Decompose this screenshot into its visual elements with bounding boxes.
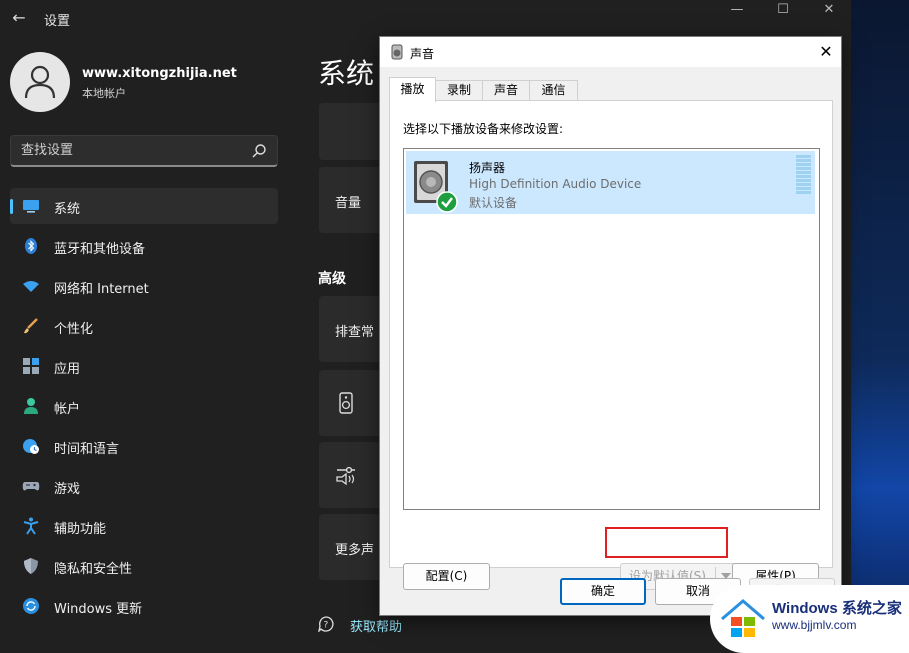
- gamepad-icon: [22, 482, 40, 491]
- desktop-wallpaper: [851, 0, 909, 653]
- bluetooth-icon: [25, 238, 37, 254]
- sidebar-item-label: Windows 更新: [54, 602, 143, 617]
- app-title: 设置: [44, 14, 71, 29]
- device-name: 扬声器: [469, 161, 506, 175]
- sidebar-item-accessibility[interactable]: 辅助功能: [10, 508, 278, 544]
- sidebar-item-label: 时间和语言: [54, 442, 120, 457]
- brush-icon: [24, 318, 38, 334]
- windows-logo-icon: [721, 599, 765, 637]
- volume-label: 音量: [335, 196, 362, 211]
- dialog-title: 声音: [410, 47, 435, 61]
- watermark-url: www.bjjmlv.com: [772, 618, 857, 632]
- dialog-titlebar: 声音 ✕: [380, 37, 841, 67]
- sidebar-item-label: 系统: [54, 202, 81, 217]
- wifi-icon: [23, 281, 39, 292]
- maximize-button[interactable]: ☐: [760, 2, 806, 22]
- sound-dialog: 声音 ✕ 播放 录制 声音 通信 选择以下播放设备来修改设置: 扬声器 High…: [379, 36, 842, 616]
- page-title: 系统: [318, 57, 375, 90]
- list-item[interactable]: 扬声器 High Definition Audio Device 默认设备: [406, 151, 815, 214]
- update-icon: [23, 598, 39, 614]
- speaker-icon: [414, 161, 458, 213]
- sidebar-nav: 系统 蓝牙和其他设备 网络和 Internet 个性化 应用 帐户 时间和语言: [10, 188, 278, 628]
- person-icon: [24, 65, 56, 99]
- get-help-link[interactable]: 获取帮助: [350, 616, 402, 635]
- tab-playback[interactable]: 播放: [389, 77, 436, 102]
- sidebar-item-accounts[interactable]: 帐户: [10, 388, 278, 424]
- sidebar-item-label: 应用: [54, 362, 81, 377]
- settings-card-volume[interactable]: 音量: [319, 167, 381, 233]
- settings-card-top[interactable]: [319, 103, 381, 160]
- sidebar-item-label: 隐私和安全性: [54, 562, 133, 577]
- sidebar-item-label: 游戏: [54, 482, 81, 497]
- monitor-icon: [23, 200, 39, 213]
- search-icon[interactable]: [251, 143, 267, 159]
- svg-text:?: ?: [324, 621, 329, 631]
- back-button[interactable]: ←: [8, 7, 30, 29]
- speaker-device-icon: [339, 392, 353, 414]
- settings-card-troubleshoot[interactable]: 排查常: [319, 296, 381, 362]
- sidebar-item-time-language[interactable]: 时间和语言: [10, 428, 278, 464]
- tab-recording[interactable]: 录制: [435, 80, 483, 101]
- settings-card-more[interactable]: 更多声: [319, 514, 381, 580]
- watermark: Windows 系统之家 www.bjjmlv.com: [710, 585, 909, 653]
- tab-communications[interactable]: 通信: [529, 80, 578, 101]
- accessibility-icon: [23, 517, 39, 535]
- sidebar-item-system[interactable]: 系统: [10, 188, 278, 224]
- playback-panel: 选择以下播放设备来修改设置: 扬声器 High Definition Audio…: [389, 100, 833, 590]
- sidebar-item-network[interactable]: 网络和 Internet: [10, 268, 278, 304]
- dialog-close-button[interactable]: ✕: [816, 42, 836, 62]
- shield-icon: [24, 558, 38, 574]
- settings-card-mixer[interactable]: [319, 442, 381, 508]
- device-status: 默认设备: [469, 196, 518, 210]
- speaker-icon: [391, 44, 403, 60]
- device-description: High Definition Audio Device: [469, 177, 642, 191]
- sidebar-item-label: 帐户: [54, 402, 81, 417]
- minimize-button[interactable]: —: [714, 2, 760, 22]
- more-sound-settings-label: 更多声: [335, 543, 375, 558]
- configure-button[interactable]: 配置(C): [403, 563, 490, 590]
- sidebar-item-windows-update[interactable]: Windows 更新: [10, 588, 278, 624]
- sidebar-item-label: 个性化: [54, 322, 94, 337]
- sidebar-item-privacy[interactable]: 隐私和安全性: [10, 548, 278, 584]
- sidebar-item-apps[interactable]: 应用: [10, 348, 278, 384]
- settings-titlebar: ← 设置 — ☐ ✕: [0, 0, 851, 36]
- sidebar-item-personalization[interactable]: 个性化: [10, 308, 278, 344]
- settings-card-output-device[interactable]: [319, 370, 381, 436]
- apps-icon: [23, 358, 39, 374]
- account-type: 本地帐户: [82, 87, 126, 100]
- search-input[interactable]: [11, 136, 241, 165]
- volume-mixer-icon: [336, 466, 355, 486]
- sidebar-item-label: 辅助功能: [54, 522, 107, 537]
- volume-level-meter: [796, 155, 811, 197]
- search-box[interactable]: [10, 135, 278, 167]
- avatar[interactable]: [10, 52, 70, 112]
- instruction-text: 选择以下播放设备来修改设置:: [403, 122, 564, 136]
- section-title-advanced: 高级: [318, 271, 346, 287]
- help-icon: ?: [318, 616, 334, 632]
- sidebar-item-label: 网络和 Internet: [54, 282, 149, 297]
- close-button[interactable]: ✕: [806, 2, 852, 22]
- tab-sounds[interactable]: 声音: [482, 80, 530, 101]
- person-icon: [24, 398, 38, 414]
- sidebar-item-label: 蓝牙和其他设备: [54, 242, 146, 257]
- globe-clock-icon: [23, 439, 39, 454]
- device-list[interactable]: 扬声器 High Definition Audio Device 默认设备: [403, 148, 820, 510]
- sidebar-item-bluetooth[interactable]: 蓝牙和其他设备: [10, 228, 278, 264]
- user-name: www.xitongzhijia.net: [82, 66, 237, 81]
- troubleshoot-label: 排查常: [335, 325, 375, 340]
- watermark-brand: Windows 系统之家: [772, 600, 902, 617]
- sidebar-item-gaming[interactable]: 游戏: [10, 468, 278, 504]
- ok-button[interactable]: 确定: [560, 578, 646, 605]
